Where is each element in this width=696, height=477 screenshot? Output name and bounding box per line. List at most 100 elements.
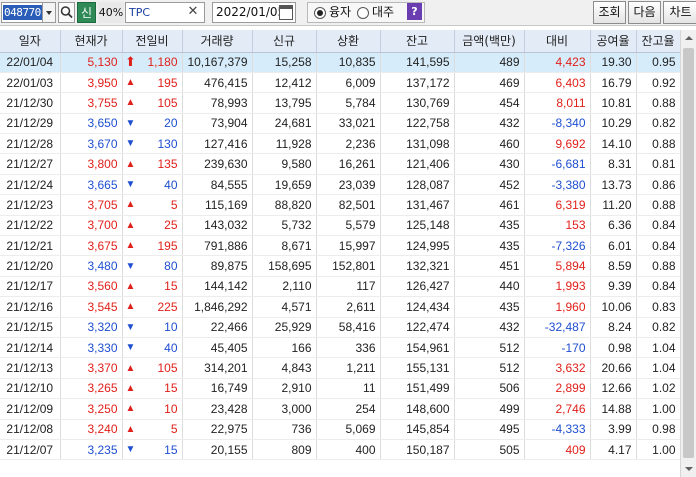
column-header[interactable]: 일자: [0, 30, 61, 53]
new-cell: 15,258: [252, 52, 317, 73]
up-arrow-icon: ▲: [125, 280, 136, 292]
balance-ratio-cell: 0.82: [636, 317, 681, 338]
new-cell: 4,571: [252, 296, 317, 318]
price-cell: 3,370: [60, 357, 123, 379]
credit-ratio-cell: 19.30: [590, 52, 637, 73]
table-row[interactable]: 21/12/16 3,545 ▲ 225 1,846,292 4,571 2,611 124,…: [0, 296, 681, 318]
credit-ratio-cell: 14.10: [590, 133, 637, 155]
down-arrow-icon: ▼: [125, 260, 136, 272]
column-header[interactable]: 전일비: [122, 30, 183, 53]
radio-loan[interactable]: [314, 7, 326, 19]
date-text: 2022/01/05: [216, 5, 286, 19]
balance-ratio-cell: 0.86: [636, 174, 681, 196]
credit-ratio-cell: 12.66: [590, 378, 637, 400]
balance-ratio-cell: 0.82: [636, 113, 681, 135]
table-row[interactable]: 21/12/20 3,480 ▼ 80 89,875 158,695 152,801 132,…: [0, 255, 681, 277]
table-row[interactable]: 21/12/15 3,320 ▼ 10 22,466 25,929 58,416 122,47…: [0, 317, 681, 338]
date-cell: 22/01/03: [0, 72, 61, 94]
table-row[interactable]: 21/12/14 3,330 ▼ 40 45,405 166 336 154,961 512 -1…: [0, 337, 681, 359]
help-icon[interactable]: ?: [407, 3, 422, 20]
date-cell: 22/01/04: [0, 52, 61, 73]
up-arrow-icon: ▲: [125, 240, 136, 252]
diff-cell: 4,423: [524, 52, 591, 73]
clear-icon[interactable]: ✕: [185, 5, 201, 20]
table-row[interactable]: 21/12/24 3,665 ▼ 40 84,555 19,659 23,039 128,08…: [0, 174, 681, 196]
table-row[interactable]: 21/12/08 3,240 ▲ 5 22,975 736 5,069 145,854 495-…: [0, 419, 681, 440]
table-row[interactable]: 22/01/03 3,950 ▲ 195 476,415 12,412 6,009 137,1…: [0, 72, 681, 94]
column-header[interactable]: 상환: [316, 30, 381, 53]
diff-cell: -4,333: [524, 419, 591, 440]
price-cell: 3,265: [60, 378, 123, 400]
diff-cell: 9,692: [524, 133, 591, 155]
column-header[interactable]: 금액(백만): [454, 30, 525, 53]
new-cell: 11,928: [252, 133, 317, 155]
chart-button[interactable]: 차트: [663, 1, 696, 24]
new-cell: 88,820: [252, 194, 317, 216]
date-cell: 21/12/21: [0, 235, 61, 257]
table-row[interactable]: 21/12/10 3,265 ▲ 15 16,749 2,910 11 151,499 506 2…: [0, 378, 681, 400]
change-value: 40: [164, 177, 178, 192]
date-cell: 21/12/08: [0, 419, 61, 440]
column-header[interactable]: 거래량: [182, 30, 253, 53]
stock-code-input[interactable]: 048770: [1, 2, 43, 23]
balance-ratio-cell: 0.83: [636, 296, 681, 318]
balance-cell: 130,769: [380, 92, 455, 114]
date-input[interactable]: 2022/01/05: [212, 2, 296, 23]
volume-cell: 314,201: [182, 357, 253, 379]
column-header[interactable]: 신규: [252, 30, 317, 53]
table-row[interactable]: 22/01/04 5,130 ⬆ 1,180 10,167,379 15,258 10,83…: [0, 52, 681, 73]
table-row[interactable]: 21/12/22 3,700 ▲ 25 143,032 5,732 5,579 125,148…: [0, 215, 681, 237]
column-header[interactable]: 잔고율: [636, 30, 681, 53]
margin-rate-label: 40%: [98, 2, 124, 23]
amount-cell: 499: [454, 398, 525, 420]
up-arrow-icon: ▲: [125, 301, 136, 313]
change-cell: ▲ 105: [122, 357, 183, 379]
amount-cell: 440: [454, 276, 525, 298]
new-cell: 158,695: [252, 255, 317, 277]
search-button[interactable]: [58, 2, 75, 23]
table-row[interactable]: 21/12/07 3,235 ▼ 15 20,155 809 400 150,187 505 40…: [0, 439, 681, 461]
table-row[interactable]: 21/12/30 3,755 ▲ 105 78,993 13,795 5,784 130,76…: [0, 92, 681, 114]
scroll-down-icon[interactable]: [681, 461, 696, 477]
table-row[interactable]: 21/12/09 3,250 ▲ 10 23,428 3,000 254 148,600 499…: [0, 398, 681, 420]
down-arrow-icon: ▼: [125, 321, 136, 333]
calendar-icon[interactable]: [279, 5, 293, 20]
diff-cell: 2,746: [524, 398, 591, 420]
table-row[interactable]: 21/12/21 3,675 ▲ 195 791,886 8,671 15,997 124,9…: [0, 235, 681, 257]
column-header[interactable]: 대비: [524, 30, 591, 53]
change-value: 130: [157, 136, 178, 151]
change-value: 195: [157, 238, 178, 253]
stock-code-dropdown-button[interactable]: [43, 2, 56, 23]
scroll-thumb[interactable]: [683, 48, 694, 458]
down-arrow-icon: ▼: [125, 117, 136, 129]
scroll-up-icon[interactable]: [681, 30, 696, 46]
next-button[interactable]: 다음: [628, 1, 661, 24]
vertical-scrollbar[interactable]: [680, 30, 696, 477]
new-cell: 24,681: [252, 113, 317, 135]
table-row[interactable]: 21/12/28 3,670 ▼ 130 127,416 11,928 2,236 131,0…: [0, 133, 681, 155]
repay-cell: 254: [316, 398, 381, 420]
table-row[interactable]: 21/12/27 3,800 ▲ 135 239,630 9,580 16,261 121,4…: [0, 153, 681, 175]
credit-ratio-cell: 8.59: [590, 255, 637, 277]
query-button[interactable]: 조회: [593, 1, 626, 24]
table-row[interactable]: 21/12/29 3,650 ▼ 20 73,904 24,681 33,021 122,75…: [0, 113, 681, 135]
credit-ratio-cell: 6.01: [590, 235, 637, 257]
table-row[interactable]: 21/12/13 3,370 ▲ 105 314,201 4,843 1,211 155,13…: [0, 357, 681, 379]
date-cell: 21/12/24: [0, 174, 61, 196]
table-row[interactable]: 21/12/17 3,560 ▲ 15 144,142 2,110 117 126,427 44…: [0, 276, 681, 298]
change-value: 10: [164, 401, 178, 416]
column-header[interactable]: 공여율: [590, 30, 637, 53]
volume-cell: 89,875: [182, 255, 253, 277]
table-row[interactable]: 21/12/23 3,705 ▲ 5 115,169 88,820 82,501 131,46…: [0, 194, 681, 216]
new-cell: 9,580: [252, 153, 317, 175]
volume-cell: 22,466: [182, 317, 253, 338]
column-header[interactable]: 잔고: [380, 30, 455, 53]
change-cell: ▼ 15: [122, 439, 183, 461]
change-value: 25: [164, 218, 178, 233]
change-value: 105: [157, 95, 178, 110]
new-cell: 5,732: [252, 215, 317, 237]
change-cell: ▲ 105: [122, 92, 183, 114]
radio-short[interactable]: [357, 7, 369, 19]
column-header[interactable]: 현재가: [60, 30, 123, 53]
volume-cell: 127,416: [182, 133, 253, 155]
